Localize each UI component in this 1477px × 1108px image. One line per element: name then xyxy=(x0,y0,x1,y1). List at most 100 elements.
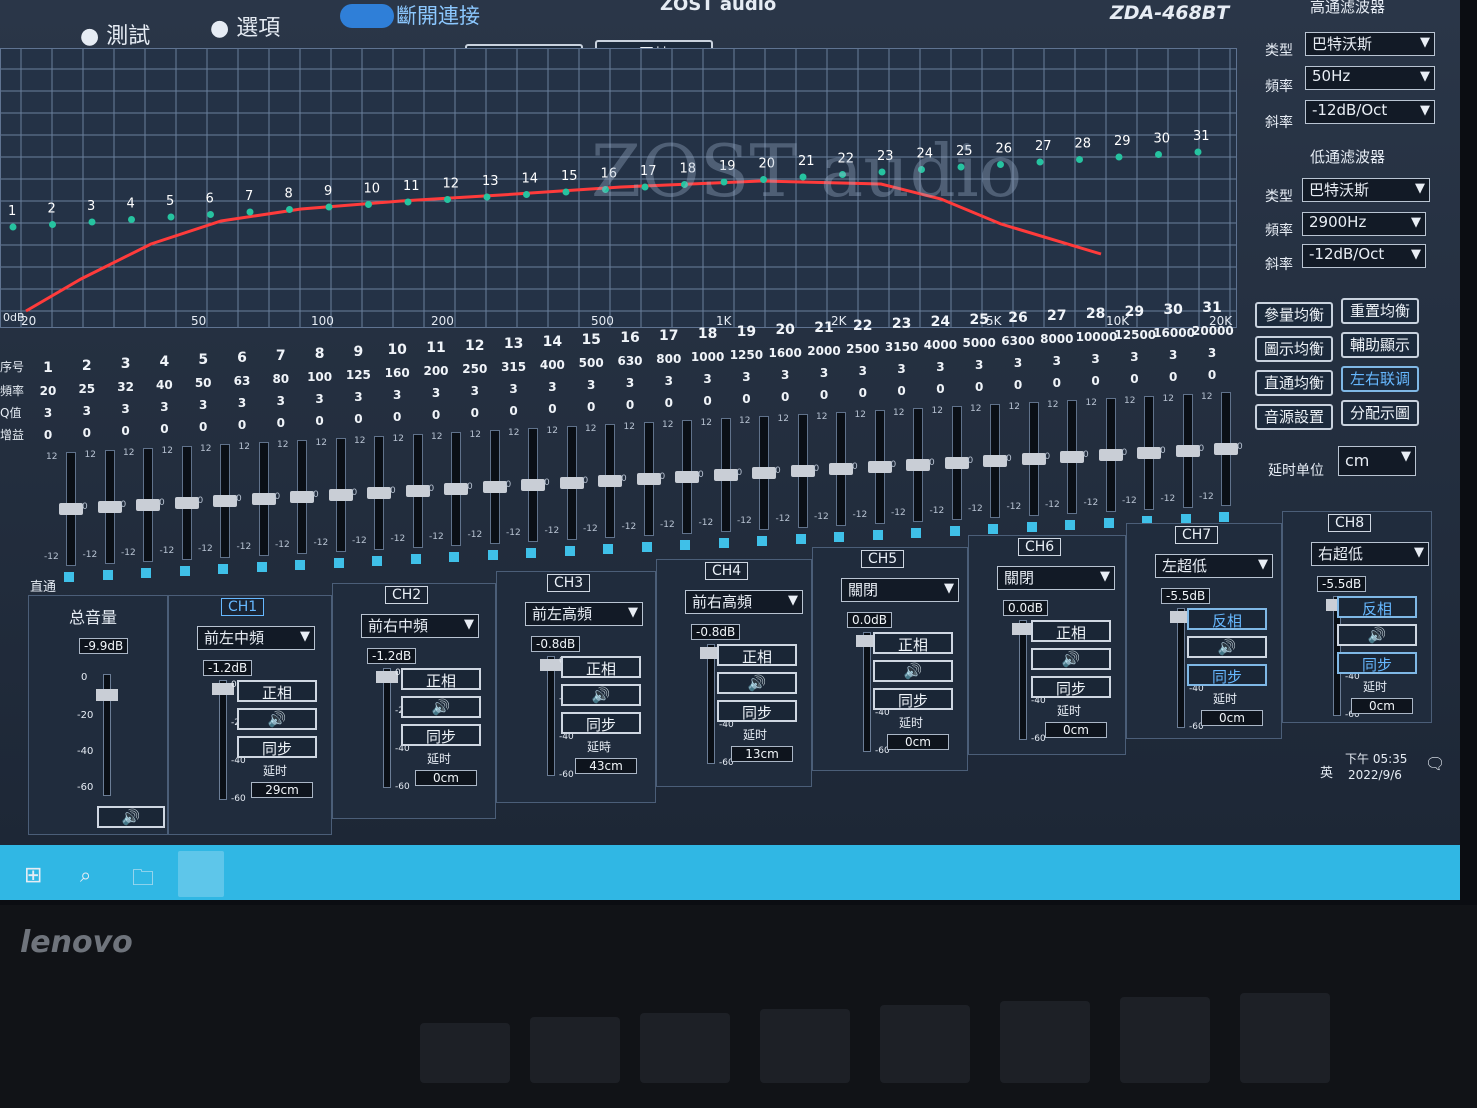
passthrough-checkbox[interactable] xyxy=(141,568,151,578)
eq-band-fader-knob[interactable] xyxy=(328,489,353,501)
passthrough-checkbox[interactable] xyxy=(64,572,74,582)
eq-number-row-cell[interactable]: 5 xyxy=(183,352,223,368)
eq-band-fader-2[interactable] xyxy=(97,450,122,564)
eq-number-row-cell[interactable]: 20 xyxy=(765,322,805,338)
eq-point-marker[interactable] xyxy=(483,193,491,201)
eq-number-row-cell[interactable]: 25 xyxy=(959,312,999,328)
eq-point-marker[interactable] xyxy=(1115,153,1123,161)
eq-gain-row-cell[interactable]: 0 xyxy=(610,398,650,412)
eq-band-fader-knob[interactable] xyxy=(752,467,776,479)
sync-button[interactable]: 同步 xyxy=(873,688,953,710)
eq-point-marker[interactable] xyxy=(1155,151,1162,158)
eq-point-marker[interactable] xyxy=(207,211,214,218)
phase-button[interactable]: 正相 xyxy=(1031,620,1111,642)
eq-freq-row-cell[interactable]: 2500 xyxy=(843,342,883,356)
passthrough-checkbox[interactable] xyxy=(295,560,305,570)
eq-band-fader-24[interactable] xyxy=(944,406,969,520)
sync-button[interactable]: 同步 xyxy=(1337,652,1417,674)
eq-point-marker[interactable] xyxy=(128,216,135,223)
eq-freq-row-cell[interactable]: 1000 xyxy=(688,350,728,364)
eq-q-row-cell[interactable]: 3 xyxy=(377,388,417,402)
eq-band-fader-30[interactable] xyxy=(1175,394,1200,508)
eq-q-row-cell[interactable]: 3 xyxy=(804,366,844,380)
eq-number-row-cell[interactable]: 29 xyxy=(1114,304,1154,320)
eq-gain-row-cell[interactable]: 0 xyxy=(571,400,611,414)
passthrough-checkbox[interactable] xyxy=(1026,522,1037,532)
eq-number-row-cell[interactable]: 13 xyxy=(494,336,534,352)
eq-gain-row-cell[interactable]: 0 xyxy=(1037,376,1077,390)
eq-band-fader-11[interactable] xyxy=(444,432,468,546)
eq-band-fader-10[interactable] xyxy=(405,434,430,548)
sync-button[interactable]: 同步 xyxy=(237,736,317,758)
eq-gain-row-cell[interactable]: 0 xyxy=(106,424,146,438)
eq-point-marker[interactable] xyxy=(88,218,96,226)
eq-number-row-cell[interactable]: 10 xyxy=(377,342,417,358)
channel-assign-select[interactable]: 前左中頻 xyxy=(197,626,315,650)
master-mute-button[interactable]: 🔊 xyxy=(97,806,165,828)
eq-q-row-cell[interactable]: 3 xyxy=(571,378,611,392)
eq-freq-row-cell[interactable]: 6300 xyxy=(998,334,1038,348)
eq-number-row-cell[interactable]: 28 xyxy=(1076,306,1116,322)
channel-mute-button[interactable]: 🔊 xyxy=(717,672,797,694)
master-fader[interactable] xyxy=(96,674,118,796)
eq-band-fader-31[interactable] xyxy=(1214,392,1238,506)
eq-q-row-cell[interactable]: 3 xyxy=(1076,352,1116,366)
passthrough-checkbox[interactable] xyxy=(911,528,921,538)
eq-gain-row-cell[interactable]: 0 xyxy=(144,422,184,436)
passthrough-checkbox[interactable] xyxy=(333,558,344,568)
eq-number-row-cell[interactable]: 18 xyxy=(688,326,728,342)
eq-band-fader-knob[interactable] xyxy=(1021,453,1046,465)
passthrough-checkbox[interactable] xyxy=(757,536,767,546)
channel-gain-fader[interactable] xyxy=(212,680,234,800)
channel-delay-input[interactable]: 0cm xyxy=(1045,722,1107,738)
channel-assign-select[interactable]: 前右中頻 xyxy=(361,614,479,638)
phase-button[interactable]: 正相 xyxy=(561,656,641,678)
eq-band-fader-knob[interactable] xyxy=(367,487,391,499)
eq-q-row-cell[interactable]: 3 xyxy=(183,398,223,412)
lp-freq-stepper[interactable]: 2900Hz xyxy=(1302,212,1426,236)
eq-point-marker[interactable] xyxy=(325,203,333,211)
eq-number-row-cell[interactable]: 1 xyxy=(28,360,68,376)
passthrough-checkbox[interactable] xyxy=(718,538,729,548)
channel-assign-select[interactable]: 右超低 xyxy=(1311,542,1429,566)
sync-button[interactable]: 同步 xyxy=(1187,664,1267,686)
eq-freq-row-cell[interactable]: 315 xyxy=(494,360,534,374)
channel-gain-fader[interactable] xyxy=(540,656,562,776)
eq-band-fader-8[interactable] xyxy=(328,438,353,552)
eq-band-fader-5[interactable] xyxy=(213,444,237,558)
eq-band-fader-knob[interactable] xyxy=(59,503,83,515)
eq-freq-row-cell[interactable]: 500 xyxy=(571,356,611,370)
channel-delay-input[interactable]: 43cm xyxy=(575,758,637,774)
eq-gain-row-cell[interactable]: 0 xyxy=(455,406,495,420)
eq-gain-row-cell[interactable]: 0 xyxy=(765,390,805,404)
eq-band-fader-17[interactable] xyxy=(675,420,699,534)
eq-point-marker[interactable] xyxy=(562,188,570,196)
sync-button[interactable]: 同步 xyxy=(1031,676,1111,698)
eq-band-fader-knob[interactable] xyxy=(1060,451,1084,463)
eq-number-row-cell[interactable]: 11 xyxy=(416,340,456,356)
eq-band-fader-knob[interactable] xyxy=(906,459,930,471)
eq-band-fader-knob[interactable] xyxy=(598,475,622,487)
channel-gain-fader[interactable] xyxy=(856,632,878,752)
eq-band-fader-knob[interactable] xyxy=(405,485,430,497)
eq-band-fader-15[interactable] xyxy=(598,424,622,538)
eq-freq-row-cell[interactable]: 250 xyxy=(455,362,495,376)
eq-q-row-cell[interactable]: 3 xyxy=(300,392,340,406)
tray-ime[interactable]: 英 xyxy=(1320,762,1333,781)
eq-number-row-cell[interactable]: 24 xyxy=(920,314,960,330)
eq-gain-row-cell[interactable]: 0 xyxy=(300,414,340,428)
passthrough-checkbox[interactable] xyxy=(256,562,267,572)
eq-point-marker[interactable] xyxy=(1194,148,1202,156)
eq-point-marker[interactable] xyxy=(246,208,254,216)
lp-slope-select[interactable]: -12dB/Oct xyxy=(1302,244,1426,268)
channel-delay-input[interactable]: 0cm xyxy=(1201,710,1263,726)
phase-button[interactable]: 正相 xyxy=(401,668,481,690)
channel-gain-fader[interactable] xyxy=(1170,608,1192,728)
eq-q-row-cell[interactable]: 3 xyxy=(261,394,301,408)
eq-gain-row-cell[interactable]: 0 xyxy=(416,408,456,422)
eq-gain-row-cell[interactable]: 0 xyxy=(998,378,1038,392)
eq-q-row-cell[interactable]: 3 xyxy=(494,382,534,396)
channel-delay-input[interactable]: 0cm xyxy=(887,734,949,750)
channel-mute-button[interactable]: 🔊 xyxy=(1187,636,1267,658)
eq-curve-graph[interactable]: 1 2 3 4 5 6 7 8 9 10 11 12 13 14 15 16 17 18 19 20 21 22 23 24 2… xyxy=(0,48,1237,328)
